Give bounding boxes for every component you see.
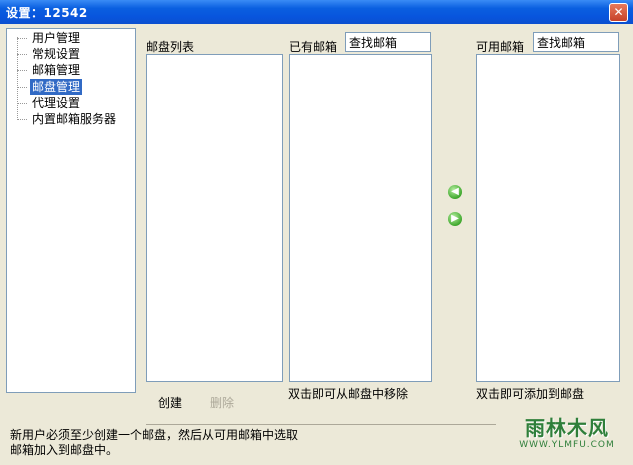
separator xyxy=(146,424,496,425)
available-mailbox-hint: 双击即可添加到邮盘 xyxy=(476,387,585,401)
settings-window: 设置：12542 ✕ 用户管理 常规设置 邮箱管理 邮盘管理 代理设置 内置邮箱… xyxy=(0,0,633,465)
create-button[interactable]: 创建 xyxy=(158,394,182,411)
footer-hint-line1: 新用户必须至少创建一个邮盘，然后从可用邮箱中选取 xyxy=(10,428,299,442)
available-mailbox-search-input[interactable] xyxy=(533,32,619,52)
existing-mailbox-list[interactable] xyxy=(289,54,432,382)
arrow-left-icon[interactable]: ◀ xyxy=(448,185,462,199)
delete-button[interactable]: 删除 xyxy=(210,394,234,411)
window-title: 设置：12542 xyxy=(6,6,88,20)
watermark-logo: 雨林木风 WWW.YLMFU.COM xyxy=(505,416,629,462)
tree-connector xyxy=(17,37,18,118)
footer-hint: 新用户必须至少创建一个邮盘，然后从可用邮箱中选取 邮箱加入到邮盘中。 xyxy=(10,428,340,458)
settings-tree[interactable]: 用户管理 常规设置 邮箱管理 邮盘管理 代理设置 内置邮箱服务器 xyxy=(6,28,136,393)
watermark-sub: WWW.YLMFU.COM xyxy=(519,440,615,450)
available-mailbox-list[interactable] xyxy=(476,54,620,382)
arrow-right-icon[interactable]: ▶ xyxy=(448,212,462,226)
existing-mailbox-label: 已有邮箱 xyxy=(289,40,338,54)
watermark-main: 雨林木风 xyxy=(525,416,609,440)
existing-mailbox-hint: 双击即可从邮盘中移除 xyxy=(288,387,409,401)
close-icon: ✕ xyxy=(613,5,624,19)
footer-hint-line2: 邮箱加入到邮盘中。 xyxy=(10,443,119,457)
available-mailbox-label: 可用邮箱 xyxy=(476,40,525,54)
existing-mailbox-search-input[interactable] xyxy=(345,32,431,52)
disk-list-box[interactable] xyxy=(146,54,283,382)
close-button[interactable]: ✕ xyxy=(609,3,628,22)
disk-list-label: 邮盘列表 xyxy=(146,40,195,54)
title-bar[interactable]: 设置：12542 ✕ xyxy=(0,0,633,24)
